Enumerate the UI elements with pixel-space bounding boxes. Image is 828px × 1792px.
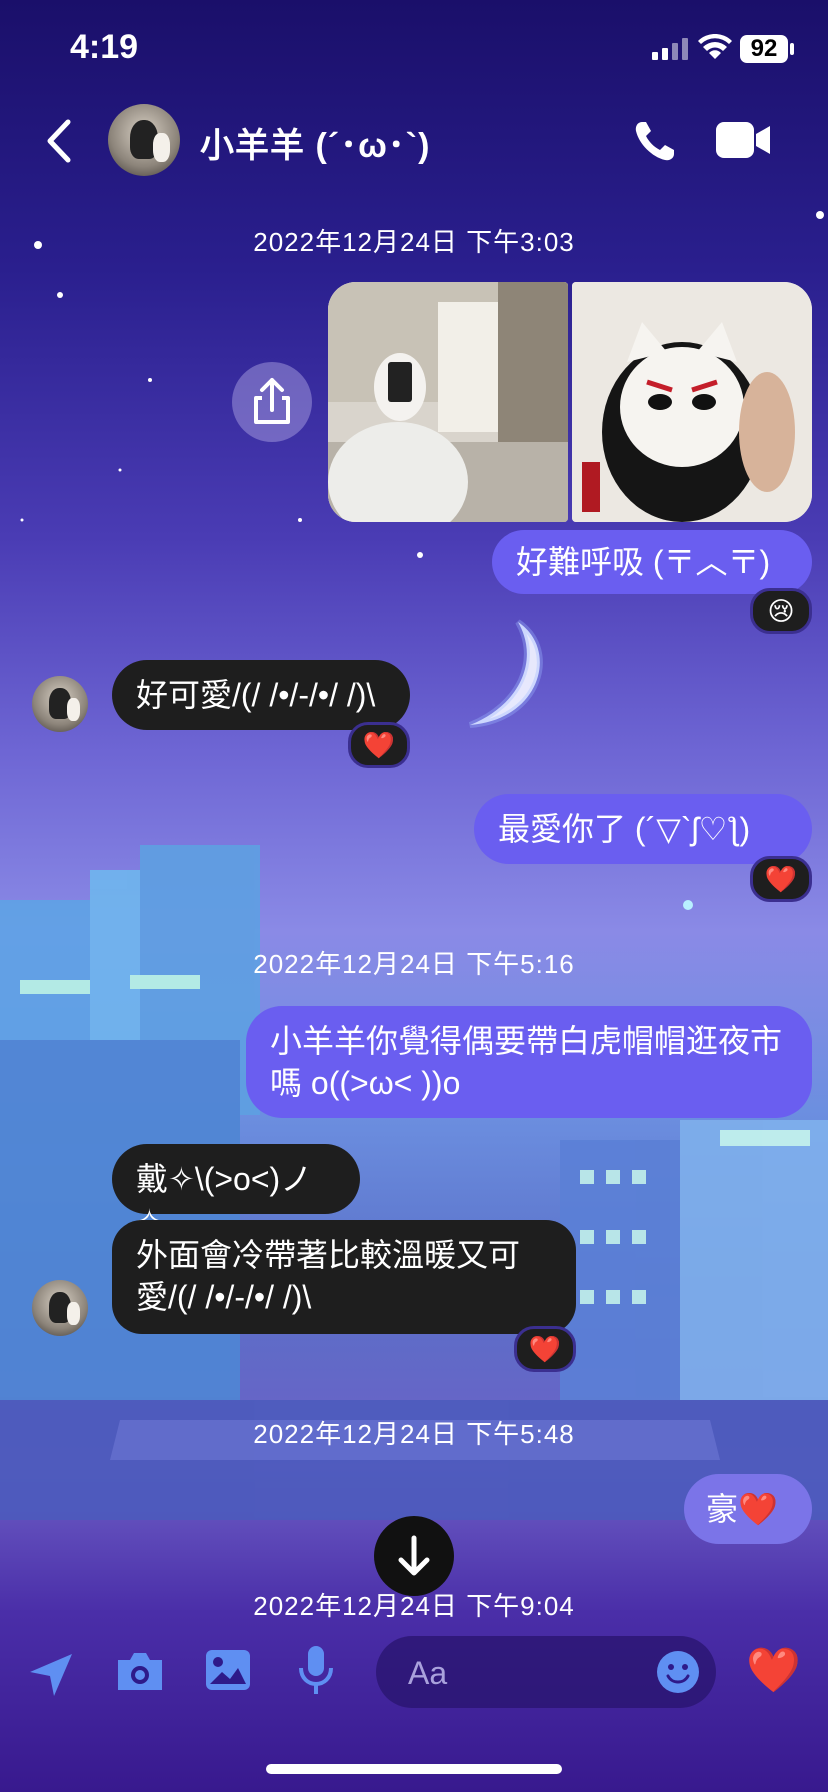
message-input[interactable] xyxy=(406,1650,630,1696)
sent-message[interactable]: 好難呼吸 (〒︿〒) xyxy=(492,530,812,594)
contact-name[interactable]: 小羊羊 (´･ω･`) xyxy=(200,118,430,167)
received-message[interactable]: 好可愛/(/ /•/-/•/ /)\ xyxy=(112,660,410,730)
photo-attachment[interactable] xyxy=(328,282,568,522)
cellular-signal-icon xyxy=(652,38,688,60)
home-indicator xyxy=(266,1764,562,1774)
like-button[interactable]: ❤️ xyxy=(746,1646,801,1696)
reaction-badge[interactable]: 😢 xyxy=(750,588,812,634)
contact-avatar[interactable] xyxy=(32,676,88,732)
scroll-to-bottom-button[interactable] xyxy=(374,1516,454,1596)
message-composer[interactable] xyxy=(376,1636,716,1708)
received-message[interactable]: 戴✧\(>o<)ノ✧ xyxy=(112,1144,360,1239)
share-button[interactable] xyxy=(232,362,312,442)
sent-message[interactable]: 小羊羊你覺得偶要帶白虎帽帽逛夜市嗎 o((>ω< ))o xyxy=(246,1006,812,1118)
microphone-icon[interactable] xyxy=(296,1644,336,1696)
battery-indicator: 92 xyxy=(740,35,788,63)
chevron-left-icon[interactable] xyxy=(40,116,80,166)
reaction-badge[interactable]: ❤️ xyxy=(750,856,812,902)
timestamp: 2022年12月24日 下午9:04 xyxy=(253,1591,575,1621)
video-camera-icon[interactable] xyxy=(716,120,772,160)
timestamp: 2022年12月24日 下午3:03 xyxy=(253,227,575,257)
timestamp: 2022年12月24日 下午5:16 xyxy=(253,949,575,979)
photo-attachment[interactable] xyxy=(572,282,812,522)
phone-icon[interactable] xyxy=(632,118,678,164)
battery-cap xyxy=(790,43,794,55)
location-arrow-icon[interactable] xyxy=(26,1650,76,1700)
timestamp: 2022年12月24日 下午5:48 xyxy=(253,1419,575,1449)
share-icon xyxy=(254,378,290,424)
sent-message[interactable]: 最愛你了 (´▽`ʃ♡ƪ) xyxy=(474,794,812,864)
sent-message[interactable]: 豪❤️ xyxy=(684,1474,812,1544)
emoji-icon[interactable] xyxy=(656,1650,700,1694)
arrow-down-icon xyxy=(398,1535,430,1576)
contact-avatar[interactable] xyxy=(32,1280,88,1336)
status-time: 4:19 xyxy=(70,28,139,66)
contact-avatar[interactable] xyxy=(108,104,180,176)
reaction-badge[interactable]: ❤️ xyxy=(348,722,410,768)
reaction-badge[interactable]: ❤️ xyxy=(514,1326,576,1372)
image-icon[interactable] xyxy=(204,1648,252,1692)
wifi-icon xyxy=(698,34,732,59)
received-message[interactable]: 外面會冷帶著比較溫暖又可愛/(/ /•/-/•/ /)\ xyxy=(112,1220,576,1334)
camera-icon[interactable] xyxy=(114,1650,166,1694)
